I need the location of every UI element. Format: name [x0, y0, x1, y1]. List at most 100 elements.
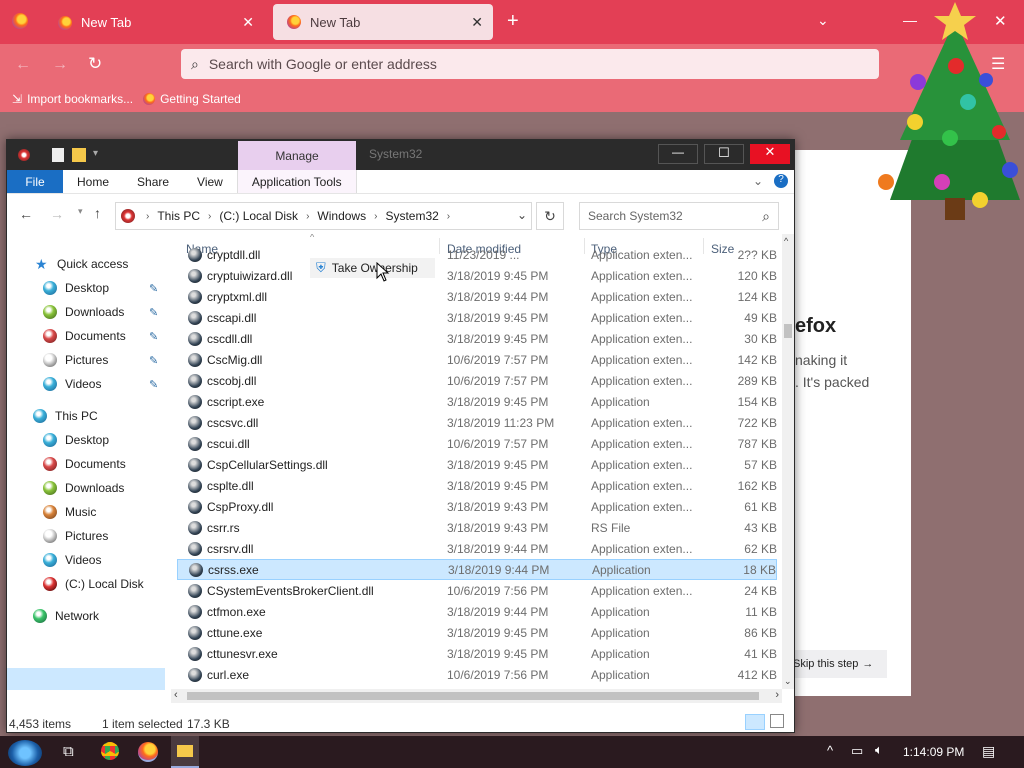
help-icon[interactable]: ?	[774, 174, 788, 188]
refresh-icon[interactable]: ↻	[536, 202, 564, 230]
table-row[interactable]: csplte.dll 3/18/2019 9:45 PM Application e…	[177, 475, 777, 496]
close-tab-icon[interactable]: ✕	[242, 14, 254, 31]
file-icon	[188, 373, 202, 388]
address-dropdown-icon[interactable]: ⌄	[517, 208, 527, 222]
table-row[interactable]: cttune.exe 3/18/2019 9:45 PM Application 86…	[177, 622, 777, 643]
nav-quick-documents[interactable]: Documents ✎	[43, 325, 167, 347]
table-row[interactable]: cscript.exe 3/18/2019 9:45 PM Application 1…	[177, 391, 777, 412]
chrome-icon[interactable]	[101, 742, 119, 760]
table-row[interactable]: cscobj.dll 10/6/2019 7:57 PM Application e…	[177, 370, 777, 391]
vertical-scrollbar[interactable]: ^ ⌄	[782, 234, 794, 689]
table-row[interactable]: curl.exe 10/6/2019 7:56 PM Application 412 …	[177, 664, 777, 685]
nav-quick-pictures[interactable]: Pictures ✎	[43, 349, 167, 371]
nav-pc-pictures[interactable]: Pictures	[43, 525, 108, 547]
breadcrumb-separator: ›	[446, 210, 451, 222]
chevron-down-icon[interactable]: ⌄	[817, 12, 829, 29]
scroll-up-icon[interactable]: ^	[784, 236, 788, 246]
close-tab-icon[interactable]: ✕	[471, 14, 483, 31]
scroll-thumb[interactable]	[784, 324, 792, 338]
firefox-taskbar-icon[interactable]	[138, 742, 158, 762]
nav-quick-access[interactable]: ★ Quick access	[35, 253, 128, 275]
chevron-down-icon[interactable]: ▾	[93, 148, 98, 159]
minimize-button[interactable]: —	[658, 144, 698, 164]
volume-icon[interactable]: 🔈︎	[875, 742, 883, 758]
scroll-down-icon[interactable]: ⌄	[784, 676, 792, 687]
table-row[interactable]: cryptdll.dll 11/23/2019 ... Application ex…	[177, 244, 777, 265]
url-bar[interactable]: ⌕ Search with Google or enter address	[181, 49, 879, 79]
ribbon-tab-home[interactable]: Home	[63, 170, 123, 193]
nav-network[interactable]: Network	[33, 605, 99, 627]
properties-icon[interactable]	[52, 148, 64, 162]
up-arrow-icon[interactable]: ↑	[94, 205, 101, 221]
table-row[interactable]: csrr.rs 3/18/2019 9:43 PM RS File 43 KB	[177, 517, 777, 538]
scroll-thumb[interactable]	[187, 692, 759, 700]
table-row[interactable]: cscui.dll 10/6/2019 7:57 PM Application ex…	[177, 433, 777, 454]
table-row[interactable]: cscsvc.dll 3/18/2019 11:23 PM Application …	[177, 412, 777, 433]
reload-icon[interactable]: ↻	[88, 54, 102, 74]
nav-quick-downloads[interactable]: Downloads ✎	[43, 301, 167, 323]
tab-new-2[interactable]: New Tab ✕	[273, 4, 493, 40]
ribbon-tab-file[interactable]: File	[7, 170, 63, 193]
nav-pc-videos[interactable]: Videos	[43, 549, 101, 571]
table-row[interactable]: cttunesvr.exe 3/18/2019 9:45 PM Applicatio…	[177, 643, 777, 664]
recent-locations-icon[interactable]: ▾	[78, 206, 83, 217]
nav-pc-documents[interactable]: Documents	[43, 453, 126, 475]
table-row[interactable]: CspCellularSettings.dll 3/18/2019 9:45 PM…	[177, 454, 777, 475]
nav-pc-desktop[interactable]: Desktop	[43, 429, 109, 451]
taskbar-clock[interactable]: 1:14:09 PM	[903, 745, 964, 759]
expand-ribbon-icon[interactable]: ⌄	[753, 174, 763, 188]
skip-step-button[interactable]: Skip this step →	[791, 650, 887, 678]
large-icons-view-icon[interactable]	[770, 714, 784, 728]
mouse-cursor-icon	[376, 262, 390, 282]
task-view-icon[interactable]: ⧉	[63, 743, 74, 760]
breadcrumb-system32[interactable]: System32	[385, 209, 438, 223]
table-row[interactable]: CspProxy.dll 3/18/2019 9:43 PM Application…	[177, 496, 777, 517]
breadcrumb-this-pc[interactable]: This PC	[157, 209, 200, 223]
nav-pc-music[interactable]: Music	[43, 501, 96, 523]
take-ownership-item[interactable]: ⛨ Take Ownership	[310, 258, 435, 278]
back-arrow-icon[interactable]: ←	[15, 56, 31, 74]
forward-arrow-icon[interactable]: →	[52, 56, 68, 74]
new-tab-plus-icon[interactable]: +	[507, 10, 519, 33]
network-icon[interactable]: ▭	[851, 743, 863, 759]
table-row[interactable]: cscapi.dll 3/18/2019 9:45 PM Application e…	[177, 307, 777, 328]
search-box[interactable]: Search System32 ⌕	[579, 202, 779, 230]
start-button[interactable]	[8, 740, 42, 766]
table-row[interactable]: CscMig.dll 10/6/2019 7:57 PM Application e…	[177, 349, 777, 370]
nav-quick-videos[interactable]: Videos ✎	[43, 373, 167, 395]
table-row[interactable]: csrss.exe 3/18/2019 9:44 PM Application 18 …	[177, 559, 777, 580]
forward-arrow-icon[interactable]: →	[50, 206, 64, 222]
bookmark-getting-started[interactable]: Getting Started	[160, 92, 241, 106]
close-button[interactable]: ✕	[750, 144, 790, 164]
table-row[interactable]: csrsrv.dll 3/18/2019 9:44 PM Application e…	[177, 538, 777, 559]
notification-icon[interactable]: ▤	[982, 743, 995, 760]
scroll-right-icon[interactable]: ›	[775, 689, 779, 701]
ribbon-tab-share[interactable]: Share	[123, 170, 183, 193]
chevron-up-icon[interactable]: ^	[827, 743, 833, 758]
ribbon-tab-view[interactable]: View	[183, 170, 237, 193]
new-folder-icon[interactable]	[72, 148, 86, 162]
table-row[interactable]: ctfmon.exe 3/18/2019 9:44 PM Application 11…	[177, 601, 777, 622]
breadcrumb-local-disk[interactable]: (C:) Local Disk	[219, 209, 298, 223]
details-view-icon[interactable]	[745, 714, 765, 730]
table-row[interactable]: cryptuiwizard.dll 3/18/2019 9:45 PM Applic…	[177, 265, 777, 286]
firefox-menu-icon[interactable]	[12, 13, 28, 29]
file-explorer-taskbar-button[interactable]	[171, 736, 199, 768]
breadcrumb-windows[interactable]: Windows	[317, 209, 366, 223]
table-row[interactable]: cscdll.dll 3/18/2019 9:45 PM Application e…	[177, 328, 777, 349]
nav-pc-local-disk[interactable]: (C:) Local Disk	[43, 573, 144, 595]
nav-pc-downloads[interactable]: Downloads	[43, 477, 124, 499]
back-arrow-icon[interactable]: ←	[19, 206, 33, 222]
tab-new-1[interactable]: New Tab ✕	[44, 5, 264, 40]
bookmark-import[interactable]: Import bookmarks...	[27, 92, 133, 106]
table-row[interactable]: cryptxml.dll 3/18/2019 9:44 PM Application…	[177, 286, 777, 307]
address-bar[interactable]: › This PC › (C:) Local Disk › Windows › …	[115, 202, 532, 230]
ribbon-tab-application-tools[interactable]: Application Tools	[236, 170, 357, 193]
maximize-button[interactable]: ☐	[704, 144, 744, 164]
horizontal-scrollbar[interactable]: ‹ ›	[171, 689, 782, 703]
nav-this-pc[interactable]: This PC	[33, 405, 98, 427]
scroll-left-icon[interactable]: ‹	[174, 689, 178, 701]
manage-tab[interactable]: Manage	[238, 141, 356, 170]
nav-quick-desktop[interactable]: Desktop ✎	[43, 277, 167, 299]
table-row[interactable]: CSystemEventsBrokerClient.dll 10/6/2019 7…	[177, 580, 777, 601]
